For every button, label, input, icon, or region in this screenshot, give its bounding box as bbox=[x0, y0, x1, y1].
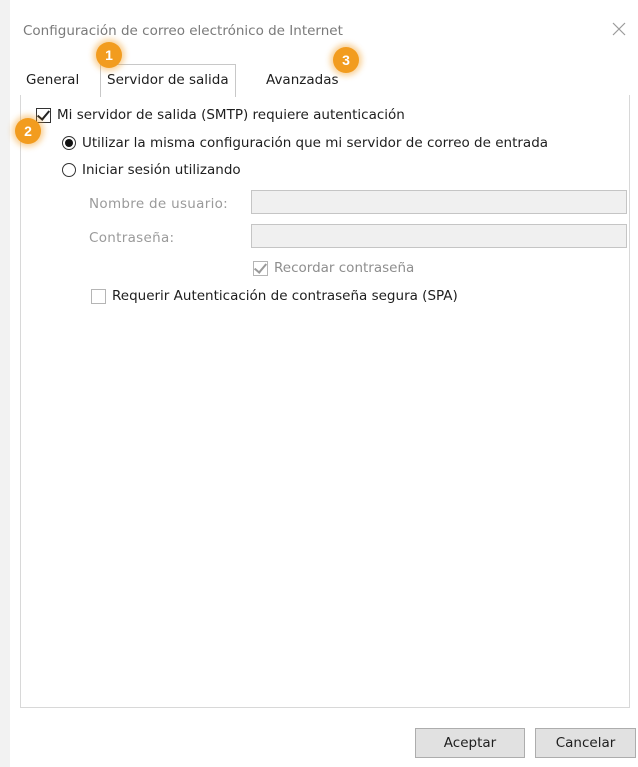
username-label: Nombre de usuario: bbox=[89, 196, 229, 212]
annotation-badge-1: 1 bbox=[96, 42, 122, 68]
smtp-auth-checkbox[interactable] bbox=[36, 107, 51, 123]
tab-general[interactable]: General bbox=[20, 66, 85, 94]
spa-label: Requerir Autenticación de contraseña seg… bbox=[112, 288, 458, 304]
internet-email-settings-dialog: Configuración de correo electrónico de I… bbox=[10, 0, 638, 767]
close-icon[interactable] bbox=[610, 20, 628, 38]
same-settings-option[interactable]: Utilizar la misma configuración que mi s… bbox=[62, 135, 548, 151]
outgoing-server-panel: Mi servidor de salida (SMTP) requiere au… bbox=[20, 95, 630, 708]
password-label: Contraseña: bbox=[89, 230, 175, 246]
remember-password-label: Recordar contraseña bbox=[274, 260, 415, 276]
ok-button[interactable]: Aceptar bbox=[415, 728, 525, 758]
login-using-option[interactable]: Iniciar sesión utilizando bbox=[62, 162, 241, 178]
smtp-auth-label: Mi servidor de salida (SMTP) requiere au… bbox=[57, 107, 405, 123]
cancel-button[interactable]: Cancelar bbox=[535, 728, 636, 758]
login-using-radio[interactable] bbox=[62, 163, 76, 177]
spa-checkbox[interactable] bbox=[91, 288, 106, 304]
window-title: Configuración de correo electrónico de I… bbox=[23, 23, 343, 39]
remember-password-checkbox[interactable] bbox=[253, 260, 268, 276]
remember-password-option[interactable]: Recordar contraseña bbox=[253, 260, 414, 276]
login-using-label: Iniciar sesión utilizando bbox=[82, 162, 241, 178]
spa-option[interactable]: Requerir Autenticación de contraseña seg… bbox=[91, 288, 458, 304]
annotation-badge-3: 3 bbox=[333, 47, 359, 73]
same-settings-radio[interactable] bbox=[62, 136, 76, 150]
annotation-badge-2: 2 bbox=[15, 118, 41, 144]
username-field[interactable] bbox=[251, 190, 627, 214]
password-field[interactable] bbox=[251, 224, 627, 248]
smtp-auth-option[interactable]: Mi servidor de salida (SMTP) requiere au… bbox=[36, 107, 405, 123]
tab-outgoing-server[interactable]: Servidor de salida bbox=[100, 64, 236, 97]
same-settings-label: Utilizar la misma configuración que mi s… bbox=[82, 135, 549, 151]
tab-advanced[interactable]: Avanzadas bbox=[260, 66, 345, 94]
